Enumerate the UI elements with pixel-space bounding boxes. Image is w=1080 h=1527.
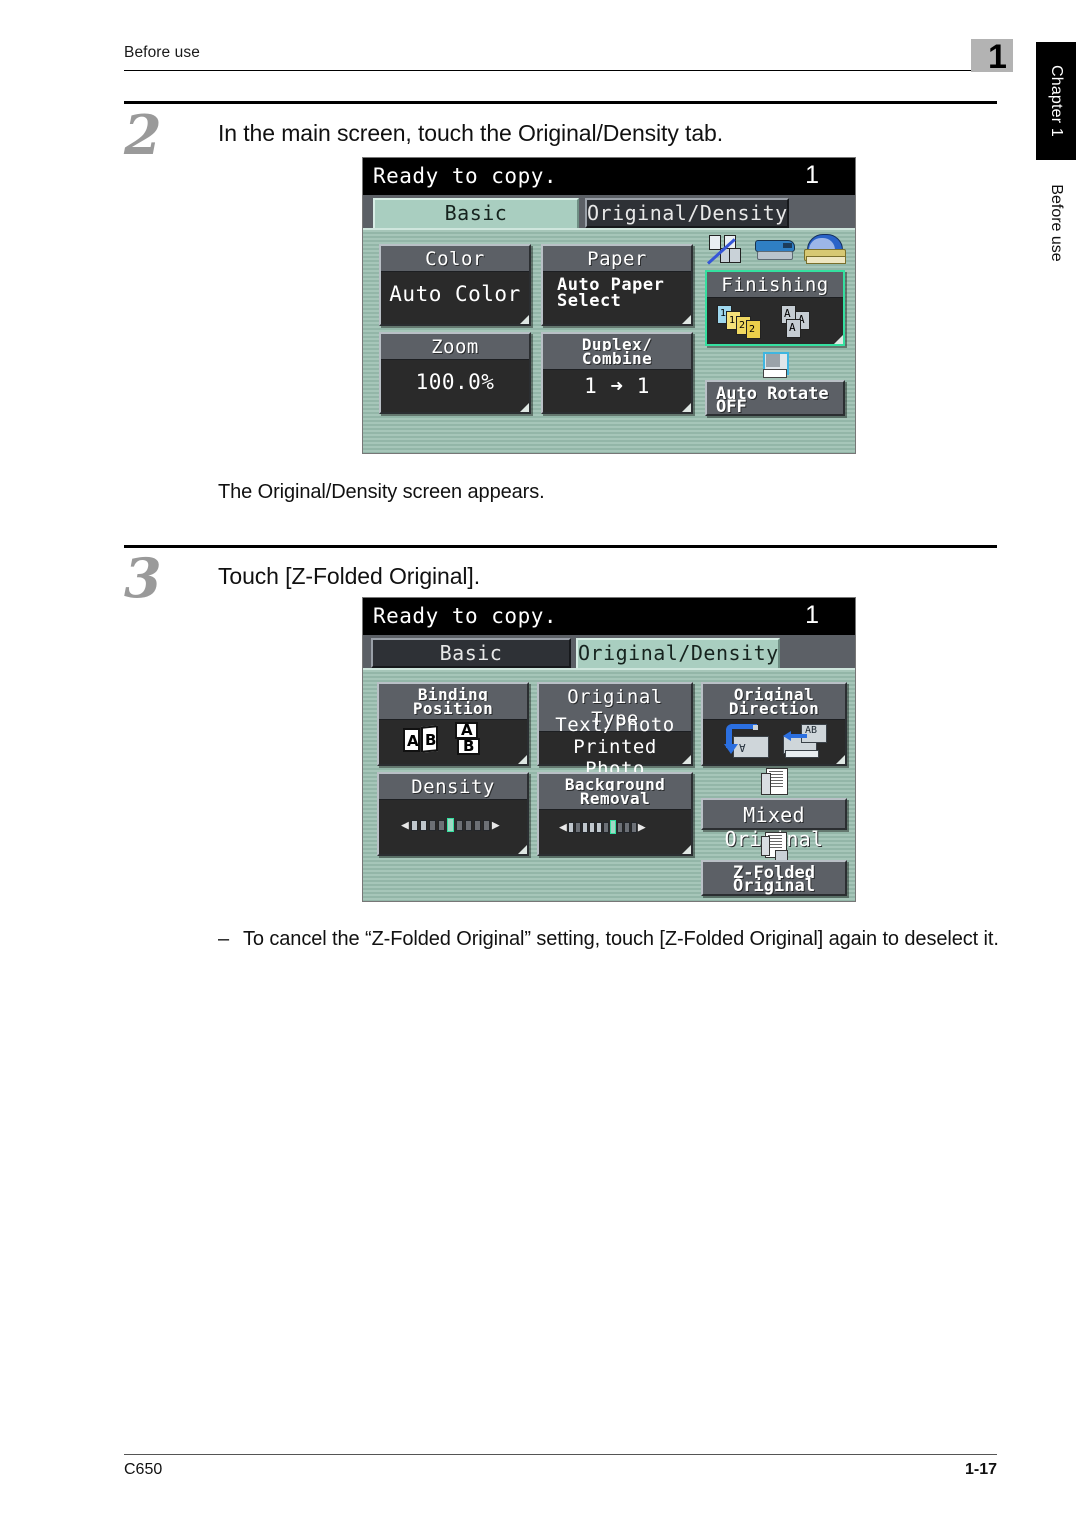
chapter-side-tab: Chapter 1 bbox=[1036, 42, 1076, 160]
step-3-number: 3 bbox=[124, 546, 162, 610]
screen1-copy-count: 1 bbox=[805, 161, 819, 189]
screen1-zoom-corner-mark bbox=[520, 403, 529, 412]
bg-slider-right-arrow[interactable]: ▶ bbox=[638, 821, 646, 834]
screen2-direction-corner-mark bbox=[836, 755, 845, 764]
screen2-tab-original-density-label: Original/Density bbox=[578, 641, 779, 665]
screen1-paper-value-line2: Select bbox=[557, 291, 622, 311]
staple-icon bbox=[755, 238, 799, 264]
original-direction-portrait-icon: A bbox=[723, 724, 771, 758]
screen1-tab-row: Basic Original/Density bbox=[363, 195, 855, 228]
step-3-note: To cancel the “Z-Folded Original” settin… bbox=[243, 928, 999, 950]
screen1-zoom-button[interactable]: Zoom 100.0% bbox=[379, 332, 531, 414]
screen2-original-type-corner-mark bbox=[682, 755, 691, 764]
screen1-color-corner-mark bbox=[520, 315, 529, 324]
bg-slider-left-arrow[interactable]: ◀ bbox=[559, 821, 567, 834]
screen1-color-value: Auto Color bbox=[389, 282, 521, 306]
mixed-original-sheets-icon bbox=[761, 768, 789, 796]
screen1-tab-original-density[interactable]: Original/Density bbox=[585, 198, 789, 228]
screen1-finishing-caption: Finishing bbox=[707, 272, 843, 298]
chapter-number: 1 bbox=[988, 38, 1007, 76]
footer-model: C650 bbox=[124, 1461, 163, 1478]
screen1-zoom-caption: Zoom bbox=[381, 334, 529, 360]
screen2-background-removal-button[interactable]: Background Removal ◀ ▶ bbox=[537, 772, 693, 856]
screen2-bgremoval-corner-mark bbox=[682, 845, 691, 854]
screen1-color-caption: Color bbox=[381, 246, 529, 272]
screen2-status-bar: Ready to copy. 1 bbox=[363, 598, 855, 635]
screen1-status-text: Ready to copy. bbox=[373, 164, 558, 188]
page-ab-icon: A B bbox=[455, 721, 495, 760]
screen1-zoom-value: 100.0% bbox=[415, 370, 495, 394]
screen2-bgremoval-caption-line2: Removal bbox=[539, 791, 691, 810]
screen1-paper-corner-mark bbox=[682, 315, 691, 324]
screen2-z-folded-line2: Original bbox=[733, 876, 815, 896]
screen2-panel: Binding Position A B A B Original Type T… bbox=[363, 668, 855, 901]
screen1-tab-basic[interactable]: Basic bbox=[373, 198, 579, 228]
screen2-copy-count: 1 bbox=[805, 601, 819, 629]
screen2-binding-position-button[interactable]: Binding Position A B A B bbox=[377, 682, 529, 766]
book-ab-icon: A B bbox=[403, 725, 443, 756]
document-page: Before use 1 Chapter 1 Before use 2 In t… bbox=[0, 0, 1080, 1527]
screen2-z-folded-original-button[interactable]: Z-Folded Original bbox=[701, 860, 847, 896]
screen1-duplex-corner-mark bbox=[682, 403, 691, 412]
screen2-original-type-value-line1: Text/Photo bbox=[555, 714, 675, 736]
screen1-tab-original-density-label: Original/Density bbox=[587, 201, 788, 225]
screen2-status-text: Ready to copy. bbox=[373, 604, 558, 628]
step-3-instruction: Touch [Z-Folded Original]. bbox=[218, 563, 481, 589]
screen2-density-button[interactable]: Density ◀ ▶ bbox=[377, 772, 529, 856]
header-rule bbox=[124, 70, 997, 71]
screen1-auto-rotate-line2: OFF bbox=[716, 397, 747, 417]
group-sheets-icon: A A A bbox=[779, 305, 829, 339]
screen1-finishing-button[interactable]: Finishing 1 1 2 2 A A A bbox=[705, 270, 845, 346]
density-slider-left-arrow[interactable]: ◀ bbox=[401, 819, 409, 832]
screen1-paper-button[interactable]: Paper Auto Paper Select bbox=[541, 244, 693, 326]
no-sort-icon bbox=[706, 234, 751, 266]
running-head: Before use bbox=[124, 44, 200, 61]
screen2-background-removal-slider[interactable]: ◀ ▶ bbox=[559, 820, 646, 834]
screen2-tab-basic[interactable]: Basic bbox=[371, 638, 571, 668]
step-2-instruction: In the main screen, touch the Original/D… bbox=[218, 120, 723, 146]
step-3-rule bbox=[124, 545, 997, 548]
original-direction-landscape-icon: AB bbox=[779, 724, 827, 758]
step-3-note-dash: – bbox=[218, 928, 230, 950]
screen1-status-bar: Ready to copy. 1 bbox=[363, 158, 855, 195]
screen2-original-type-button[interactable]: Original Type Text/Photo Printed Photo bbox=[537, 682, 693, 780]
hole-punch-icon bbox=[803, 234, 847, 266]
step-2-number: 2 bbox=[124, 103, 162, 167]
screen2-direction-caption-line2: Direction bbox=[703, 701, 845, 720]
screen2-binding-caption-line2: Position bbox=[379, 701, 527, 720]
density-slider-right-arrow[interactable]: ▶ bbox=[492, 819, 500, 832]
step-2-result: The Original/Density screen appears. bbox=[218, 481, 545, 503]
copier-screen-original-density[interactable]: Ready to copy. 1 Basic Original/Density … bbox=[362, 597, 856, 902]
screen2-density-corner-mark bbox=[518, 845, 527, 854]
screen1-color-button[interactable]: Color Auto Color bbox=[379, 244, 531, 326]
screen2-tab-basic-label: Basic bbox=[439, 641, 503, 665]
screen2-density-slider[interactable]: ◀ ▶ bbox=[401, 818, 500, 832]
screen2-binding-corner-mark bbox=[518, 755, 527, 764]
screen2-tab-row: Basic Original/Density bbox=[363, 635, 855, 668]
section-side-tab-label: Before use bbox=[1048, 184, 1065, 262]
screen1-panel: Color Auto Color Paper Auto Paper Select… bbox=[363, 228, 855, 453]
density-slider-handle bbox=[446, 818, 454, 832]
screen1-tab-basic-label: Basic bbox=[444, 201, 508, 225]
screen1-paper-caption: Paper bbox=[543, 246, 691, 272]
rotate-page-icon bbox=[763, 352, 789, 378]
section-side-tab: Before use bbox=[1036, 168, 1076, 278]
screen1-auto-rotate-button[interactable]: Auto Rotate OFF bbox=[705, 380, 845, 416]
screen1-finishing-corner-mark bbox=[834, 335, 843, 344]
screen2-mixed-original-button[interactable]: Mixed Original bbox=[701, 798, 847, 851]
screen1-duplex-caption-line2: Combine bbox=[543, 351, 691, 370]
step-2-rule bbox=[124, 101, 997, 104]
copier-screen-basic[interactable]: Ready to copy. 1 Basic Original/Density … bbox=[362, 157, 856, 454]
bg-slider-handle bbox=[609, 820, 616, 834]
z-folded-sheets-icon bbox=[761, 832, 791, 861]
chapter-side-tab-label: Chapter 1 bbox=[1048, 64, 1065, 138]
screen1-duplex-value: 1 ➜ 1 bbox=[584, 374, 650, 398]
footer-page-number: 1-17 bbox=[964, 1461, 997, 1478]
screen1-duplex-combine-button[interactable]: Duplex/ Combine 1 ➜ 1 bbox=[541, 332, 693, 414]
sort-sheets-icon: 1 1 2 2 bbox=[717, 305, 771, 339]
screen2-density-caption: Density bbox=[379, 774, 527, 800]
screen2-tab-original-density[interactable]: Original/Density bbox=[576, 638, 780, 668]
footer-rule bbox=[124, 1454, 997, 1455]
screen2-original-direction-button[interactable]: Original Direction A AB bbox=[701, 682, 847, 766]
